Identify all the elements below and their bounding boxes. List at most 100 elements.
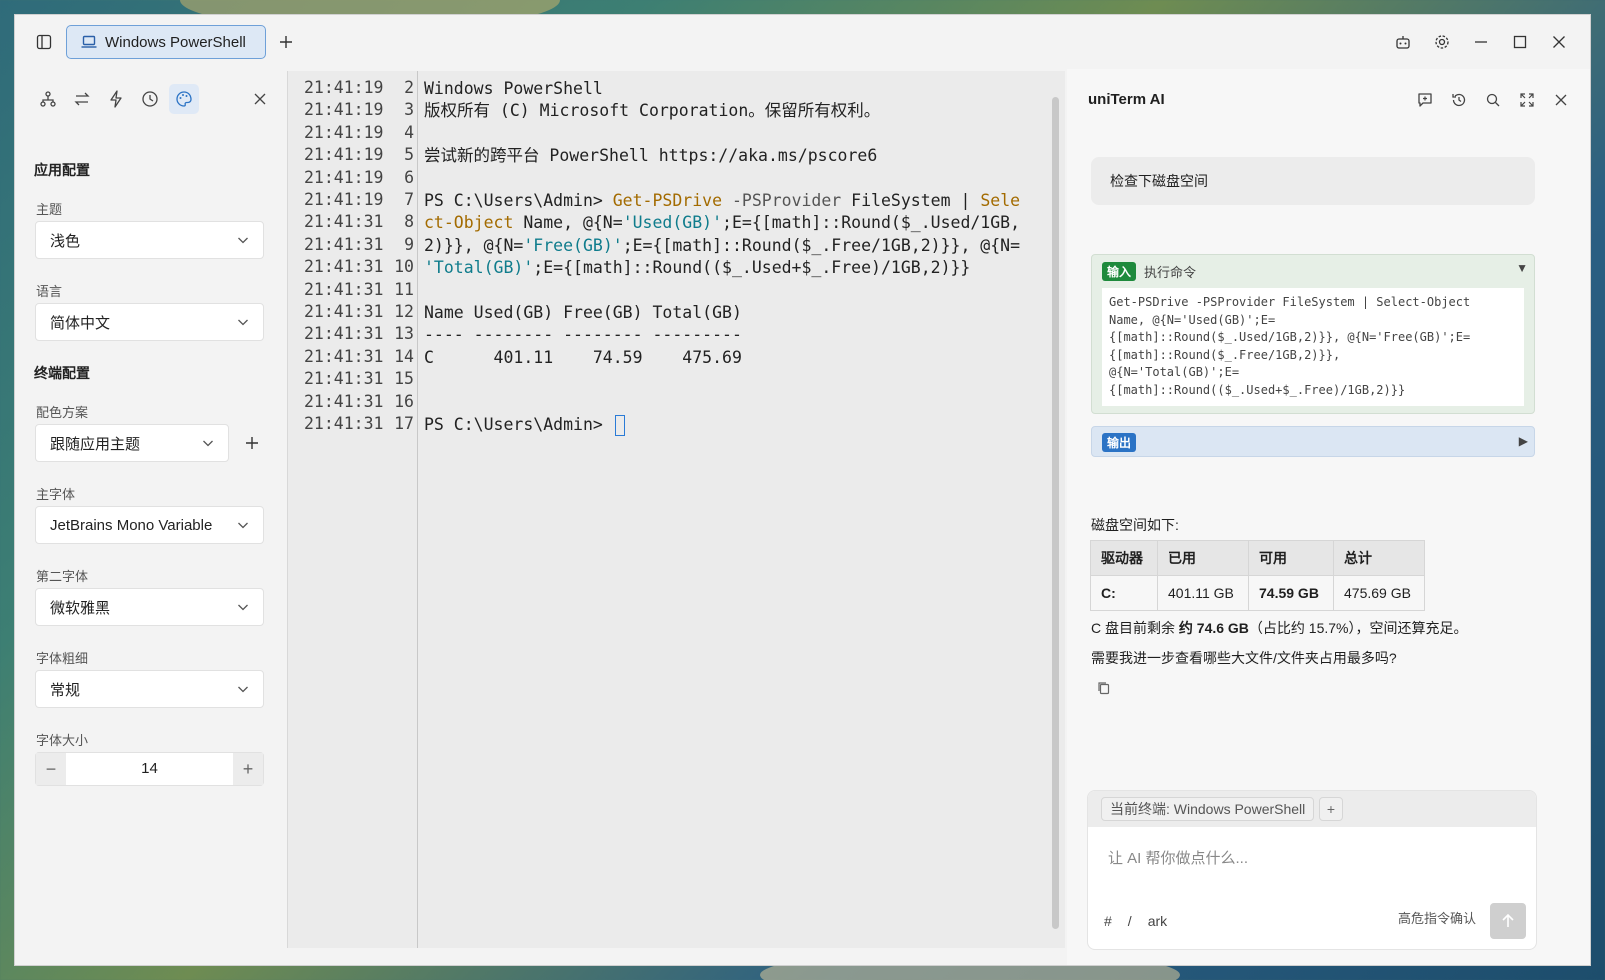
secondary-font-select[interactable]: 微软雅黑 xyxy=(35,588,264,626)
table-cell: 74.59 GB xyxy=(1248,575,1334,611)
color-scheme-select[interactable]: 跟随应用主题 xyxy=(35,424,229,462)
expand-caret-icon[interactable]: ▶ xyxy=(1519,434,1528,448)
copy-answer-button[interactable] xyxy=(1095,679,1113,697)
new-tab-button[interactable] xyxy=(271,27,301,57)
hosts-tool-button[interactable] xyxy=(33,84,63,114)
line-timestamp: 21:41:31 xyxy=(304,235,384,254)
line-timestamp: 21:41:19 xyxy=(304,78,384,97)
add-color-scheme-button[interactable] xyxy=(237,428,267,458)
string: 'Used(GB)' xyxy=(622,213,723,232)
settings-button[interactable] xyxy=(1427,27,1457,57)
collapse-caret-icon[interactable]: ▼ xyxy=(1516,261,1528,275)
send-button[interactable] xyxy=(1490,903,1526,939)
composer-context-bar: 当前终端: Windows PowerShell + xyxy=(1088,791,1536,827)
main-font-label: 主字体 xyxy=(36,487,76,502)
robot-button[interactable] xyxy=(1388,27,1418,57)
string: 'Total(GB)' xyxy=(424,258,534,277)
line-timestamp: 21:41:19 xyxy=(304,100,384,119)
font-size-stepper: − 14 + xyxy=(35,752,264,786)
prompt: PS C:\Users\Admin> xyxy=(424,191,613,210)
close-icon xyxy=(1553,36,1565,48)
terminal-scrollbar[interactable] xyxy=(1052,97,1059,929)
input-badge: 输入 xyxy=(1102,261,1137,281)
chevron-down-icon xyxy=(238,237,248,244)
arrow-up-icon xyxy=(1502,913,1514,927)
history-tool-button[interactable] xyxy=(135,84,165,114)
terminal-context-chip[interactable]: 当前终端: Windows PowerShell xyxy=(1101,797,1315,821)
terminal-command-line: ct-Object Name, @{N='Used(GB)';E={[math]… xyxy=(424,212,1020,234)
line-timestamp: 21:41:31 xyxy=(304,414,384,433)
line-number: 15 xyxy=(394,369,414,388)
language-select[interactable]: 简体中文 xyxy=(35,303,264,341)
palette-icon xyxy=(176,91,192,107)
line-timestamp: 21:41:19 xyxy=(304,168,384,187)
color-scheme-value: 跟随应用主题 xyxy=(50,435,141,453)
terminal-cursor xyxy=(614,415,625,436)
font-weight-label: 字体粗细 xyxy=(36,651,89,666)
terminal-command-line: PS C:\Users\Admin> Get-PSDrive -PSProvid… xyxy=(424,190,1020,212)
sidebar-toggle-button[interactable] xyxy=(29,27,59,57)
expand-panel-button[interactable] xyxy=(1512,85,1542,115)
chevron-down-icon xyxy=(238,522,248,529)
new-chat-icon xyxy=(1418,93,1432,107)
chevron-down-icon xyxy=(238,604,248,611)
line-number: 5 xyxy=(404,145,414,164)
swap-icon xyxy=(74,92,90,106)
tool-call-output[interactable]: 输出 ▶ xyxy=(1091,426,1535,457)
close-icon xyxy=(254,93,266,105)
model-selector[interactable]: ark xyxy=(1148,913,1167,929)
summary-text: （占比约 15.7%），空间还算充足。 xyxy=(1248,620,1468,636)
search-chat-button[interactable] xyxy=(1478,85,1508,115)
chat-input[interactable]: 让 AI 帮你做点什么... xyxy=(1108,847,1248,868)
parameter: -PSProvider xyxy=(722,191,842,210)
command-text: ;E={[math]::Round($_.Free/1GB,2)}}, @{N= xyxy=(622,236,1021,255)
close-settings-button[interactable] xyxy=(245,84,275,114)
close-window-button[interactable] xyxy=(1544,27,1574,57)
table-header: 可用 xyxy=(1248,540,1334,576)
ai-panel: uniTerm AI 检查下磁盘空间 输入 执行命令 ▼ Get-PSDrive… xyxy=(1067,69,1590,965)
slash-command-button[interactable]: / xyxy=(1128,913,1132,929)
line-number: 12 xyxy=(394,302,414,321)
tool-call-input[interactable]: 输入 执行命令 ▼ Get-PSDrive -PSProvider FileSy… xyxy=(1091,254,1535,414)
close-ai-panel-button[interactable] xyxy=(1546,85,1576,115)
color-scheme-label: 配色方案 xyxy=(36,405,89,420)
chat-history-button[interactable] xyxy=(1444,85,1474,115)
network-icon xyxy=(40,91,56,107)
tab-windows-powershell[interactable]: Windows PowerShell xyxy=(66,25,266,59)
terminal-command-line: 'Total(GB)';E={[math]::Round(($_.Used+$_… xyxy=(424,257,970,279)
font-weight-select[interactable]: 常规 xyxy=(35,670,264,708)
transfer-tool-button[interactable] xyxy=(67,84,97,114)
line-number: 3 xyxy=(404,100,414,119)
font-size-decrease-button[interactable]: − xyxy=(36,753,66,785)
table-header-row: 驱动器 已用 可用 总计 xyxy=(1090,540,1425,576)
composer-toolbar: # / ark xyxy=(1104,913,1167,929)
minimize-button[interactable] xyxy=(1466,27,1496,57)
theme-select[interactable]: 浅色 xyxy=(35,221,264,259)
add-context-button[interactable]: + xyxy=(1319,797,1343,821)
plus-icon xyxy=(246,437,258,449)
terminal-prompt-line: PS C:\Users\Admin> xyxy=(424,414,625,436)
quick-commands-button[interactable] xyxy=(101,84,131,114)
chevron-down-icon xyxy=(238,686,248,693)
user-message: 检查下磁盘空间 xyxy=(1091,157,1535,205)
title-bar: Windows PowerShell xyxy=(15,15,1590,69)
hash-button[interactable]: # xyxy=(1104,913,1112,929)
line-number: 6 xyxy=(404,168,414,187)
copy-icon xyxy=(1098,682,1110,695)
secondary-font-label: 第二字体 xyxy=(36,569,89,584)
terminal-pane[interactable]: 21:41:19 2 21:41:19 3 21:41:19 4 21:41:19 5 21:4… xyxy=(287,71,1065,948)
line-timestamp: 21:41:31 xyxy=(304,280,384,299)
main-font-select[interactable]: JetBrains Mono Variable xyxy=(35,506,264,544)
app-config-heading: 应用配置 xyxy=(34,162,90,178)
prompt: PS C:\Users\Admin> xyxy=(424,415,613,434)
risk-confirm-toggle[interactable]: 高危指令确认 xyxy=(1398,908,1476,927)
line-timestamp: 21:41:19 xyxy=(304,145,384,164)
appearance-tool-button[interactable] xyxy=(169,84,199,114)
new-chat-button[interactable] xyxy=(1410,85,1440,115)
terminal-command-line: 2)}}, @{N='Free(GB)';E={[math]::Round($_… xyxy=(424,235,1020,257)
font-size-increase-button[interactable]: + xyxy=(233,753,263,785)
font-size-input[interactable]: 14 xyxy=(66,753,233,785)
table-header: 驱动器 xyxy=(1090,540,1158,576)
maximize-button[interactable] xyxy=(1505,27,1535,57)
string: 'Free(GB)' xyxy=(523,236,623,255)
